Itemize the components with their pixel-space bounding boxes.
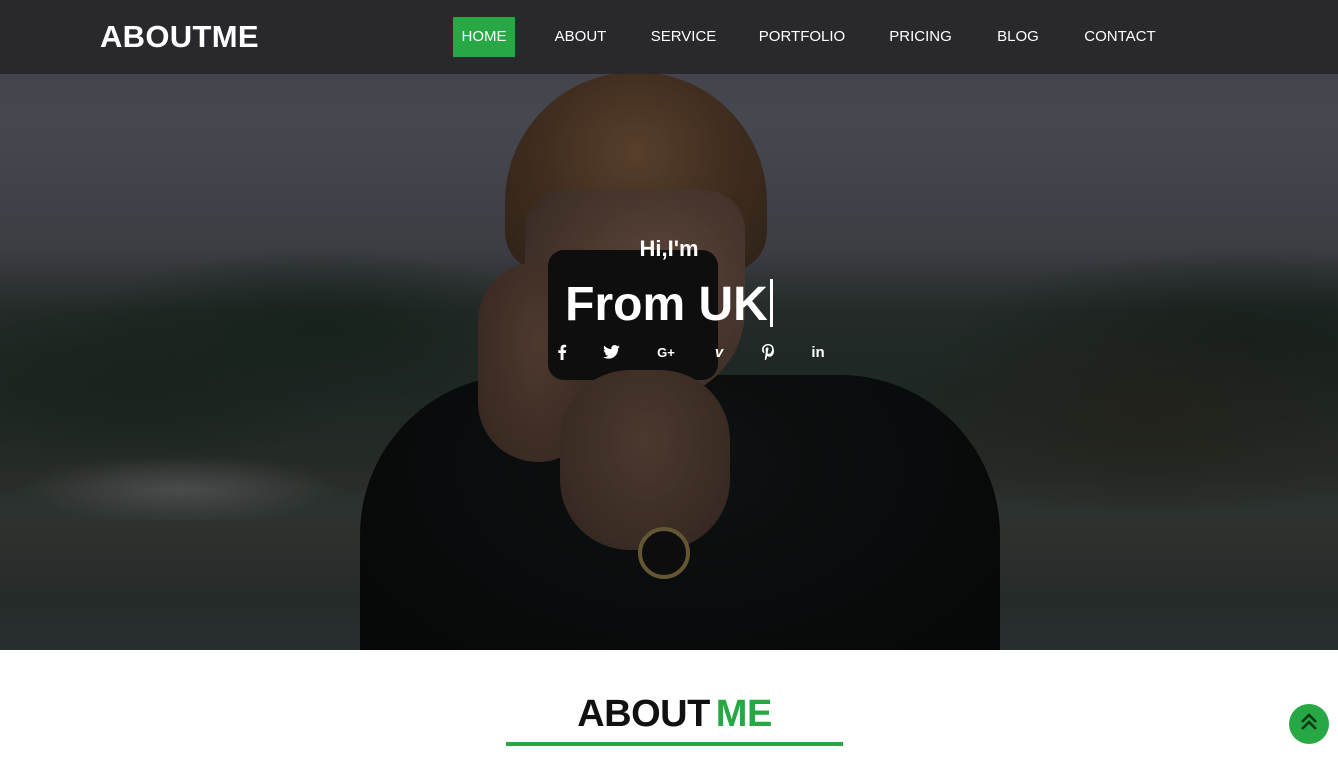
nav-item-portfolio[interactable]: PORTFOLIO [752,17,852,57]
pinterest-icon[interactable] [756,340,780,364]
nav-item-service[interactable]: SERVICE [645,17,722,57]
nav-item-blog[interactable]: BLOG [990,17,1046,57]
hero-greeting: Hi,I'm [639,236,699,261]
about-title-part2: ME [715,693,773,735]
nav-item-home[interactable]: HOME [453,17,515,57]
twitter-icon[interactable] [599,340,623,364]
brand-logo[interactable]: ABOUTME [100,19,259,55]
google-plus-icon[interactable]: G+ [654,340,678,364]
hero-headline-text: From UK [565,278,768,331]
back-to-top-button[interactable] [1289,704,1329,744]
nav-item-pricing[interactable]: PRICING [881,17,960,57]
about-title-underline [506,742,843,746]
nav-item-about[interactable]: ABOUT [545,17,616,57]
top-navbar: ABOUTME HOME ABOUT SERVICE PORTFOLIO PRI… [0,0,1338,74]
about-title-part1: ABOUT [577,693,710,735]
hero-section: Hi,I'm From UK G+ v in [0,0,1338,650]
double-chevron-up-icon [1298,711,1320,738]
linkedin-icon[interactable]: in [806,340,830,364]
facebook-icon[interactable] [550,340,574,364]
typing-cursor [769,279,773,327]
vimeo-icon[interactable]: v [707,340,731,364]
hero-headline: From UK [469,276,869,334]
nav-item-contact[interactable]: CONTACT [1076,17,1164,57]
about-title: ABOUT ME [506,690,843,738]
